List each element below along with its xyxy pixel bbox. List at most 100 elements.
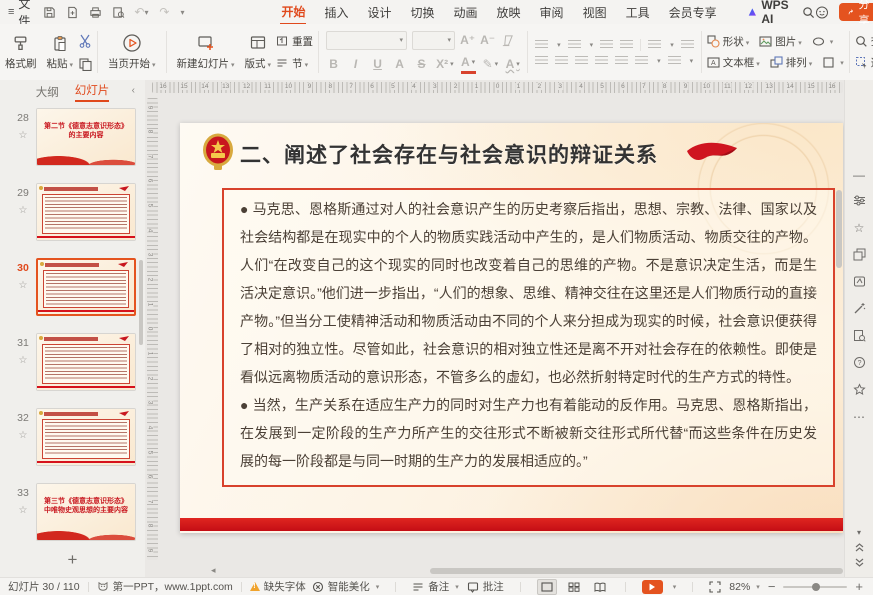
tab-slides[interactable]: 幻灯片 — [75, 82, 110, 102]
help-icon[interactable]: ? — [845, 356, 873, 369]
previous-slide-icon[interactable] — [845, 542, 873, 553]
ink-annotation-icon[interactable] — [845, 275, 873, 288]
collapse-ribbon-icon[interactable]: — — [845, 168, 873, 182]
collapse-panel-icon[interactable]: ‹ — [132, 85, 135, 96]
format-painter-button[interactable]: 格式刷 — [0, 31, 42, 73]
slide-size-button[interactable]: ▾ — [822, 56, 844, 69]
slide-star-icon[interactable]: ☆ — [14, 355, 32, 366]
print-preview-icon[interactable] — [111, 5, 125, 19]
bullets-icon[interactable]: ▾ — [535, 40, 561, 50]
char-border-button[interactable]: A — [392, 56, 407, 72]
shapes-button[interactable]: 形状▾ — [707, 34, 750, 49]
distribute-icon[interactable] — [615, 56, 628, 66]
undo-icon[interactable]: ↶▾ — [134, 5, 148, 19]
slide-editor[interactable]: 二、阐述了社会存在与社会意识的辩证关系 ● 马克思、恩格斯通过对人的社会意识产生… — [180, 123, 843, 533]
slide-star-icon[interactable]: ☆ — [14, 205, 32, 216]
slide-star-icon[interactable]: ☆ — [14, 430, 32, 441]
redo-icon[interactable]: ↷ — [157, 5, 171, 19]
justify-icon[interactable] — [595, 56, 608, 66]
reading-view-button[interactable] — [591, 580, 609, 594]
slide-thumbnail[interactable] — [36, 408, 136, 466]
slide-title[interactable]: 二、阐述了社会存在与社会意识的辩证关系 — [240, 139, 658, 169]
find-resource-icon[interactable] — [845, 329, 873, 342]
zoom-out-button[interactable]: − — [768, 582, 776, 592]
arrange-button[interactable]: 排列▾ — [770, 55, 813, 70]
reset-button[interactable]: 重置 — [276, 34, 313, 49]
search-icon[interactable] — [802, 5, 815, 19]
bold-button[interactable]: B — [326, 56, 341, 72]
slide-thumbnail-item[interactable]: 30☆ — [0, 256, 145, 331]
underline-button[interactable]: U — [370, 56, 385, 72]
menu-tab[interactable]: 会员专享 — [668, 1, 718, 24]
clear-format-icon[interactable] — [500, 32, 515, 48]
increase-font-icon[interactable]: A⁺ — [460, 32, 475, 48]
export-icon[interactable] — [65, 5, 79, 19]
textbox-button[interactable]: A 文本框▾ — [707, 55, 760, 70]
menu-tab[interactable]: 设计 — [366, 1, 392, 24]
menu-tab[interactable]: 插入 — [323, 1, 349, 24]
notes-button[interactable]: 备注▾ — [412, 579, 459, 594]
highlight-button[interactable]: ✎▾ — [483, 56, 499, 72]
font-family-select[interactable]: ▾ — [326, 31, 407, 50]
find-button[interactable]: 查找▾ — [855, 34, 873, 49]
scroll-caret-icon[interactable]: ▾ — [845, 528, 873, 537]
decrease-indent-icon[interactable] — [600, 40, 613, 50]
select-button[interactable]: 选择▾ — [855, 55, 873, 70]
properties-icon[interactable] — [845, 194, 873, 207]
menu-tab[interactable]: 工具 — [625, 1, 651, 24]
horizontal-scrollbar[interactable] — [430, 568, 843, 574]
numbering-icon[interactable]: ▾ — [568, 40, 594, 50]
slide-thumbnail-item[interactable]: 32☆ — [0, 406, 145, 481]
strikethrough-button[interactable]: S — [414, 56, 429, 72]
vertical-scrollbar[interactable] — [836, 190, 842, 268]
menu-tab[interactable]: 开始 — [280, 0, 306, 25]
slideshow-play-button[interactable] — [642, 580, 663, 594]
vertical-text-icon[interactable] — [681, 40, 694, 50]
normal-view-button[interactable] — [537, 579, 557, 595]
slide-star-icon[interactable]: ☆ — [14, 130, 32, 141]
zoom-level[interactable]: 82%▾ — [729, 581, 760, 593]
slide-sorter-view-button[interactable] — [565, 580, 583, 594]
copy-icon[interactable] — [78, 57, 92, 71]
more-tools-icon[interactable]: ⋯ — [845, 410, 873, 424]
play-from-current-button[interactable]: 当页开始▾ — [103, 31, 161, 73]
increase-indent-icon[interactable] — [620, 40, 633, 50]
quick-access-dropdown-icon[interactable]: ▾ — [180, 8, 184, 17]
font-color-button[interactable]: A▾ — [461, 55, 476, 74]
smart-tools-icon[interactable] — [845, 302, 873, 315]
zoom-slider-thumb[interactable] — [812, 583, 820, 591]
missing-font-warning[interactable]: 缺失字体 — [250, 579, 306, 594]
slide-thumbnail-item[interactable]: 29☆ — [0, 181, 145, 256]
menu-tab[interactable]: 视图 — [582, 1, 608, 24]
slide-thumbnail[interactable] — [36, 333, 136, 391]
text-effects-button[interactable]: A▾ — [505, 56, 520, 72]
slideshow-dropdown-icon[interactable]: ▾ — [673, 583, 677, 591]
share-button[interactable]: 分享 — [839, 3, 873, 21]
print-icon[interactable] — [88, 5, 102, 19]
decrease-font-icon[interactable]: A⁻ — [480, 32, 495, 48]
menu-tab[interactable]: 放映 — [496, 1, 522, 24]
scroll-left-icon[interactable]: ◂ — [211, 565, 216, 576]
save-icon[interactable] — [42, 5, 56, 19]
line-spacing-icon[interactable]: ▾ — [635, 56, 661, 66]
cut-icon[interactable] — [78, 34, 92, 48]
layout-button[interactable]: 版式▾ — [240, 31, 277, 73]
paste-button[interactable]: 粘贴▾ — [42, 31, 79, 73]
zoom-in-button[interactable]: + — [855, 582, 863, 592]
superscript-button[interactable]: X²▾ — [436, 56, 454, 72]
comments-button[interactable]: 批注 — [467, 579, 504, 594]
slide-thumbnail[interactable]: 第三节《德意志意识形态》中唯物史观思想的主要内容 — [36, 483, 136, 541]
smart-beautify-button[interactable]: 智能美化▾ — [312, 579, 380, 594]
font-size-select[interactable]: ▾ — [412, 31, 455, 50]
menu-tab[interactable]: 审阅 — [539, 1, 565, 24]
media-button[interactable]: ▾ — [812, 35, 834, 48]
slide-content-box[interactable]: ● 马克思、恩格斯通过对人的社会意识产生的历史考察后指出，思想、宗教、法律、国家… — [222, 188, 835, 487]
slide-star-icon[interactable]: ☆ — [14, 505, 32, 516]
new-slide-button[interactable]: 新建幻灯片▾ — [172, 31, 240, 73]
slide-thumbnail[interactable]: 第二节《德意志意识形态》的主要内容 — [36, 108, 136, 166]
zoom-slider[interactable] — [783, 586, 847, 588]
align-right-icon[interactable] — [575, 56, 588, 66]
slide-thumbnail[interactable] — [36, 183, 136, 241]
picture-button[interactable]: 图片▾ — [759, 34, 802, 49]
paragraph-settings-icon[interactable]: ▾ — [668, 56, 694, 66]
